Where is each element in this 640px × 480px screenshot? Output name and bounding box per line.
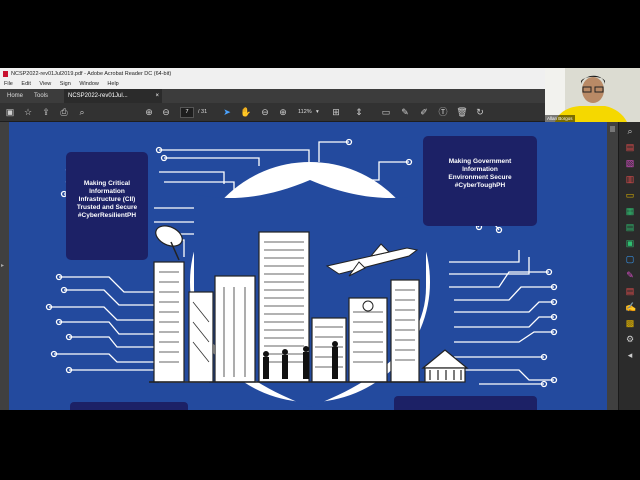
document-viewport[interactable]: ▸ Making Critical Information Infrastruc… <box>0 122 618 410</box>
highlight-pen-icon[interactable]: ✎ <box>399 106 411 118</box>
bottom-right-box <box>394 396 537 410</box>
fit-page-icon[interactable]: ⊞ <box>330 106 342 118</box>
print-icon[interactable]: ⎙ <box>58 106 70 118</box>
next-page-icon[interactable]: ⊖ <box>160 106 172 118</box>
request-signature-icon[interactable]: ✍ <box>625 302 636 312</box>
upload-icon[interactable]: ⇪ <box>40 106 52 118</box>
tab-tools[interactable]: Tools <box>30 89 52 103</box>
menu-edit[interactable]: Edit <box>21 81 30 87</box>
menu-view[interactable]: View <box>39 81 51 87</box>
chevron-down-icon[interactable]: ▾ <box>316 107 319 117</box>
scroll-thumb[interactable] <box>610 126 615 132</box>
cii-line-4: Trusted and Secure <box>76 204 138 211</box>
left-panel-toggle-icon[interactable]: ▸ <box>1 262 4 269</box>
tools-pane: ⌕ ▤ ▧ ▥ ▭ ▦ ▤ ▣ ▢ ✎ ▤ ✍ ▩ ⚙ ◂ <box>618 122 640 410</box>
pdf-page: Making Critical Information Infrastructu… <box>9 122 607 410</box>
create-pdf-icon[interactable]: ▧ <box>625 158 635 168</box>
combine-files-icon[interactable]: ▦ <box>625 206 635 216</box>
tab-home[interactable]: Home <box>3 89 27 103</box>
rotate-icon[interactable]: ↻ <box>474 106 486 118</box>
presenter-video <box>545 68 640 122</box>
draw-icon[interactable]: ✐ <box>418 106 430 118</box>
select-cursor-icon[interactable]: ➤ <box>221 106 233 118</box>
bottom-left-box <box>70 402 188 410</box>
organize-pages-icon[interactable]: ▤ <box>625 222 635 232</box>
title-bar: NCSP2022-rev01Jul2019.pdf - Adobe Acroba… <box>0 68 545 80</box>
gov-line-1: Making Government <box>448 158 512 165</box>
page-number-input[interactable]: 7 <box>180 107 194 118</box>
fill-sign-icon[interactable]: ✎ <box>625 270 635 280</box>
star-icon[interactable]: ☆ <box>22 106 34 118</box>
tools-icon[interactable]: ⚙ <box>625 334 635 344</box>
zoom-out-icon[interactable]: ⊖ <box>259 106 271 118</box>
comment-icon[interactable]: ▭ <box>380 106 392 118</box>
save-icon[interactable]: ▣ <box>4 106 16 118</box>
collapse-pane-icon[interactable]: ◂ <box>625 350 635 360</box>
more-tools-icon[interactable]: ▩ <box>625 318 635 328</box>
main-toolbar: ▣ ☆ ⇪ ⎙ ⌕ ⊕ ⊖ 7 / 31 ➤ ✋ ⊖ ⊕ 112% ▾ ⊞ ⇕ … <box>0 103 640 122</box>
hand-tool-icon[interactable]: ✋ <box>240 106 252 118</box>
cii-line-1: Making Critical <box>83 180 131 187</box>
menu-bar: File Edit View Sign Window Help <box>0 80 545 89</box>
search-icon[interactable]: ⌕ <box>76 106 88 118</box>
webcam-overlay: Allan Borgos <box>545 68 640 122</box>
scroll-mode-icon[interactable]: ⇕ <box>353 106 365 118</box>
menu-file[interactable]: File <box>4 81 13 87</box>
zoom-in-icon[interactable]: ⊕ <box>277 106 289 118</box>
acrobat-window: NCSP2022-rev01Jul2019.pdf - Adobe Acroba… <box>0 68 640 410</box>
search-icon[interactable]: ⌕ <box>625 126 635 136</box>
cii-line-2: Information <box>89 188 125 195</box>
protect-icon[interactable]: ▢ <box>625 254 635 264</box>
window-title: NCSP2022-rev01Jul2019.pdf - Adobe Acroba… <box>11 71 172 77</box>
cii-line-5: #CyberResilientPH <box>77 212 137 219</box>
edit-pdf-icon[interactable]: ▥ <box>625 174 635 184</box>
presenter-name: Allan Borgos <box>545 115 575 122</box>
cii-line-3: Infrastructure (CII) <box>78 196 136 203</box>
scan-icon[interactable]: ▣ <box>625 238 635 248</box>
menu-sign[interactable]: Sign <box>60 81 71 87</box>
acrobat-app-icon <box>3 70 8 77</box>
close-icon[interactable]: × <box>155 89 159 103</box>
text-edit-icon[interactable]: Ⓣ <box>437 106 449 118</box>
tab-document-label: NCSP2022-rev01Jul... <box>68 93 128 99</box>
total-pages: / 31 <box>198 109 208 115</box>
gov-line-4: #CyberToughPH <box>454 182 506 189</box>
menu-help[interactable]: Help <box>107 81 118 87</box>
comment-tool-icon[interactable]: ▭ <box>625 190 635 200</box>
export-pdf-icon[interactable]: ▤ <box>625 142 635 152</box>
send-review-icon[interactable]: ▤ <box>625 286 635 296</box>
zoom-level[interactable]: 112% <box>298 107 312 117</box>
delete-icon[interactable]: 🗑 <box>456 106 468 118</box>
gov-line-3: Environment Secure <box>448 174 512 181</box>
cii-objective-box: Making Critical Information Infrastructu… <box>66 152 148 260</box>
tab-bar: Home Tools NCSP2022-rev01Jul... × <box>0 89 545 103</box>
menu-window[interactable]: Window <box>79 81 99 87</box>
vertical-scrollbar[interactable] <box>607 122 618 410</box>
gov-line-2: Information <box>462 166 498 173</box>
government-objective-box: Making Government Information Environmen… <box>423 136 537 226</box>
tab-document[interactable]: NCSP2022-rev01Jul... × <box>64 89 162 103</box>
previous-page-icon[interactable]: ⊕ <box>143 106 155 118</box>
